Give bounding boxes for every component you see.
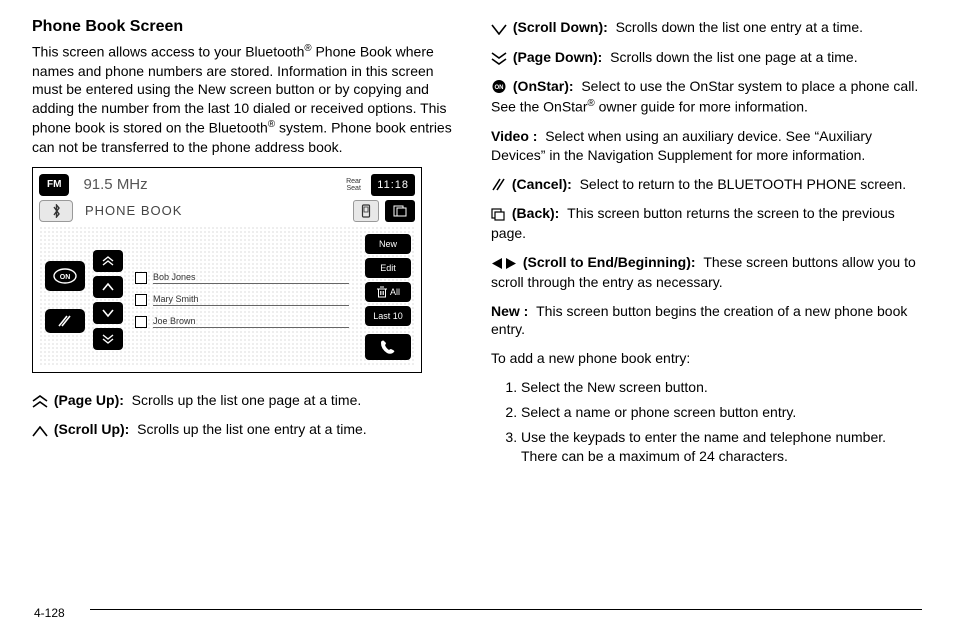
last10-button[interactable]: Last 10 [365,306,411,326]
def-onstar: ON (OnStar): Select to use the OnStar sy… [491,77,922,116]
onstar-icon: ON [491,78,507,97]
rear-seat-label: RearSeat [342,178,365,192]
scroll-down-button[interactable] [93,302,123,324]
scroll-down-icon [491,19,507,38]
frequency-label: 91.5 MHz [75,176,336,193]
def-back: (Back): This screen button returns the s… [491,204,922,243]
back-chip[interactable] [385,200,415,222]
scroll-end-icon [491,254,517,273]
section-title: Phone Book Screen [32,18,463,36]
new-button[interactable]: New [365,234,411,254]
list-item[interactable]: Joe Brown [135,316,349,328]
def-scroll-down: (Scroll Down): Scrolls down the list one… [491,18,922,38]
add-entry-steps: Select the New screen button. Select a n… [491,378,922,466]
bluetooth-icon[interactable] [39,200,73,222]
list-item[interactable]: Mary Smith [135,294,349,306]
phone-book-diagram: FM 91.5 MHz RearSeat 11:18 PHONE BOOK [32,167,422,373]
left-column: Phone Book Screen This screen allows acc… [32,18,463,472]
def-page-up: (Page Up): Scrolls up the list one page … [32,391,463,411]
phonebook-title: PHONE BOOK [79,203,347,218]
page-down-button[interactable] [93,328,123,350]
def-scroll-end: (Scroll to End/Beginning): These screen … [491,253,922,292]
footer-rule [90,609,922,610]
intro-paragraph: This screen allows access to your Blueto… [32,42,463,157]
checkbox-icon[interactable] [135,272,147,284]
add-entry-intro: To add a new phone book entry: [491,349,922,368]
right-column: (Scroll Down): Scrolls down the list one… [491,18,922,472]
phone-icon-chip[interactable] [353,200,379,222]
page-number: 4-128 [34,606,65,620]
def-cancel: (Cancel): Select to return to the BLUETO… [491,175,922,195]
edit-button[interactable]: Edit [365,258,411,278]
step-item: Select a name or phone screen button ent… [521,403,922,422]
diagram-top-bar: FM 91.5 MHz RearSeat 11:18 [39,174,415,196]
onstar-button[interactable]: ON [45,261,85,291]
cancel-icon [491,175,506,194]
page-up-button[interactable] [93,250,123,272]
band-chip[interactable]: FM [39,174,69,196]
checkbox-icon[interactable] [135,316,147,328]
diagram-body: ON [39,226,415,366]
step-item: Select the New screen button. [521,378,922,397]
scroll-up-icon [32,421,48,440]
def-page-down: (Page Down): Scrolls down the list one p… [491,48,922,68]
back-icon [491,205,506,224]
def-new: New : This screen button begins the crea… [491,302,922,340]
call-button[interactable] [365,334,411,360]
page-down-icon [491,49,507,68]
cancel-button[interactable] [45,309,85,333]
def-scroll-up: (Scroll Up): Scrolls up the list one ent… [32,420,463,440]
svg-text:ON: ON [60,274,71,281]
page-up-icon [32,392,48,411]
time-display: 11:18 [371,174,415,196]
delete-all-button[interactable]: All [365,282,411,302]
def-video: Video : Select when using an auxiliary d… [491,127,922,165]
step-item: Use the keypads to enter the name and te… [521,428,922,466]
list-item[interactable]: Bob Jones [135,272,349,284]
svg-text:ON: ON [495,85,504,91]
checkbox-icon[interactable] [135,294,147,306]
diagram-title-bar: PHONE BOOK [39,200,415,222]
scroll-up-button[interactable] [93,276,123,298]
